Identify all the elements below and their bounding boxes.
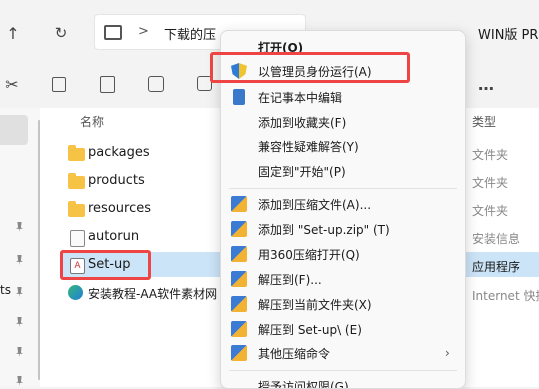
file-type: 文件夹 <box>472 146 508 163</box>
chevron-right-icon: › <box>445 346 450 360</box>
folder-icon <box>68 176 85 189</box>
menu-item-label: 用360压缩打开(Q) <box>258 246 360 263</box>
menu-item-edit-notepad[interactable]: 在记事本中编辑 <box>221 84 465 110</box>
file-type: 文件夹 <box>472 174 508 191</box>
archive-icon <box>231 246 247 262</box>
menu-item-label: 解压到(F)... <box>258 271 322 288</box>
menu-item-label: 解压到当前文件夹(X) <box>258 296 372 313</box>
menu-item-add-archive[interactable]: 添加到压缩文件(A)... <box>221 191 465 217</box>
column-header-name[interactable]: 名称 <box>80 113 104 130</box>
file-name: autorun <box>88 229 139 244</box>
menu-item-label: 添加到压缩文件(A)... <box>258 196 371 213</box>
paste-icon[interactable] <box>100 76 115 93</box>
menu-item-open-360[interactable]: 用360压缩打开(Q) <box>221 241 465 267</box>
archive-icon <box>231 321 247 337</box>
menu-item-label: 授予访问权限(G) <box>258 378 349 389</box>
menu-item-label: 固定到"开始"(P) <box>258 163 346 180</box>
nav-item-label[interactable]: ts <box>0 283 11 297</box>
menu-separator <box>229 370 457 371</box>
table-row[interactable]: 安装教程-AA软件素材网 <box>68 281 228 305</box>
file-name: resources <box>88 201 151 216</box>
setup-red-outline <box>60 250 151 280</box>
menu-item-label: 添加到收藏夹(F) <box>258 114 346 131</box>
context-menu: 打开(O) 以管理员身份运行(A) 在记事本中编辑 添加到收藏夹(F) 兼容性疑… <box>220 30 466 389</box>
run-as-admin-red-outline <box>210 52 410 83</box>
notepad-icon <box>233 89 245 105</box>
menu-item-extract-to[interactable]: 解压到(F)... <box>221 266 465 292</box>
file-name: 安装教程-AA软件素材网 <box>88 285 217 302</box>
folder-icon <box>68 148 85 161</box>
breadcrumb-current[interactable]: 下载的压 <box>164 24 216 43</box>
menu-item-label: 其他压缩命令 <box>258 345 330 362</box>
edge-icon <box>68 285 83 300</box>
cut-icon[interactable]: ✂ <box>2 74 22 94</box>
file-type: Internet 快捷 <box>472 287 539 304</box>
file-name: packages <box>88 145 150 160</box>
table-row[interactable]: resources <box>68 197 218 221</box>
archive-icon <box>231 345 247 361</box>
menu-item-add-zip[interactable]: 添加到 "Set-up.zip" (T) <box>221 216 465 242</box>
menu-item-label: 兼容性疑难解答(Y) <box>258 138 359 155</box>
archive-icon <box>231 196 247 212</box>
up-arrow-icon[interactable]: ↑ <box>4 24 22 42</box>
table-row[interactable]: products <box>68 169 218 193</box>
file-type: 安装信息 <box>472 230 520 247</box>
folder-icon <box>68 204 85 217</box>
menu-item-label: 解压到 Set-up\ (E) <box>258 321 362 338</box>
menu-item-label: 添加到 "Set-up.zip" (T) <box>258 221 390 238</box>
menu-item-add-favorites[interactable]: 添加到收藏夹(F) <box>221 109 465 135</box>
search-box-text[interactable]: WIN版 PR <box>478 24 538 43</box>
archive-icon <box>231 221 247 237</box>
menu-item-compat[interactable]: 兼容性疑难解答(Y) <box>221 133 465 159</box>
file-name: products <box>88 173 145 188</box>
more-options-icon[interactable]: … <box>476 76 496 92</box>
archive-icon <box>231 271 247 287</box>
file-type: 文件夹 <box>472 202 508 219</box>
menu-item-extract-folder[interactable]: 解压到 Set-up\ (E) <box>221 316 465 342</box>
file-type: 应用程序 <box>472 258 520 275</box>
menu-separator <box>229 188 457 189</box>
table-row[interactable]: packages <box>68 141 218 165</box>
nav-selected-item[interactable] <box>0 115 28 145</box>
archive-icon <box>231 296 247 312</box>
rename-icon[interactable] <box>148 76 164 92</box>
settings-file-icon <box>70 230 85 247</box>
menu-item-extract-here[interactable]: 解压到当前文件夹(X) <box>221 291 465 317</box>
column-header-type[interactable]: 类型 <box>472 113 496 130</box>
computer-icon <box>104 25 122 40</box>
menu-item-label: 在记事本中编辑 <box>258 89 342 106</box>
copy-icon[interactable] <box>52 77 66 92</box>
table-row[interactable]: autorun <box>68 225 218 249</box>
menu-item-other-cmds[interactable]: 其他压缩命令 › <box>221 340 465 366</box>
navigation-pane <box>0 108 40 387</box>
breadcrumb-separator: > <box>138 24 149 39</box>
menu-item-pin-start[interactable]: 固定到"开始"(P) <box>221 158 465 184</box>
refresh-icon[interactable]: ↻ <box>52 24 70 42</box>
